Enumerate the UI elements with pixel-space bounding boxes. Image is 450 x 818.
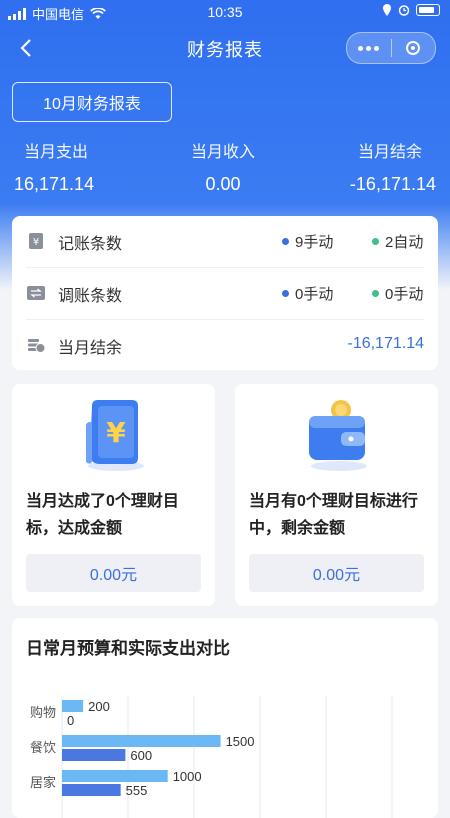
bar xyxy=(62,770,168,782)
data-label: 555 xyxy=(126,783,148,798)
svg-text:¥: ¥ xyxy=(33,237,39,248)
data-label: 0 xyxy=(67,713,74,728)
budget-chart: 购物 200 0 餐饮 1500 600 居家 1000 555 xyxy=(30,696,393,818)
budget-title: 日常月预算和实际支出对比 xyxy=(26,639,230,658)
auto-dot xyxy=(372,238,379,245)
category-label: 餐饮 xyxy=(30,740,56,755)
bar xyxy=(62,735,221,747)
category-label: 购物 xyxy=(30,705,56,720)
adjust-row: 调账条数 0手动 0手动 xyxy=(12,268,438,318)
goal-progress-text: 当月有0个理财目标进行中，剩余金额 xyxy=(249,493,418,537)
summary-expense: 当月支出 16,171.14 xyxy=(14,138,94,195)
goal-card-achieved[interactable]: ¥ 当月达成了0个理财目标，达成金额 0.00元 xyxy=(12,384,215,606)
budget-card: 日常月预算和实际支出对比 购物 200 0 餐饮 1500 600 居家 1000 555 xyxy=(12,618,438,818)
records-auto-value: 2自动 xyxy=(385,234,424,251)
bar xyxy=(62,784,121,796)
adjust-auto: 0手动 xyxy=(372,283,423,304)
navbar: 财务报表 xyxy=(0,26,450,70)
coins-icon xyxy=(28,339,46,353)
summary-balance: 当月结余 -16,171.14 xyxy=(350,138,436,195)
data-label: 600 xyxy=(130,748,152,763)
manual-dot xyxy=(282,238,289,245)
data-label: 200 xyxy=(88,699,110,714)
income-value: 0.00 xyxy=(205,174,241,194)
goal-progress-amount: 0.00元 xyxy=(249,554,424,592)
records-label: 记账条数 xyxy=(58,236,123,253)
svg-text:¥: ¥ xyxy=(106,416,126,449)
yen-note-icon: ¥ xyxy=(29,233,43,249)
balance-row: 当月结余 -16,171.14 xyxy=(12,320,438,370)
wallet-icon xyxy=(309,400,367,471)
adjust-auto-value: 0手动 xyxy=(385,286,424,303)
income-label: 当月收入 xyxy=(190,144,255,161)
bar xyxy=(62,749,126,761)
more-button[interactable] xyxy=(347,33,391,63)
adjust-manual: 0手动 xyxy=(282,283,333,304)
bar xyxy=(62,700,84,712)
data-label: 1000 xyxy=(173,769,202,784)
balance-row-label: 当月结余 xyxy=(58,340,123,357)
goal-card-in-progress[interactable]: 当月有0个理财目标进行中，剩余金额 0.00元 xyxy=(235,384,438,606)
goal-achieved-text: 当月达成了0个理财目标，达成金额 xyxy=(26,493,179,537)
records-auto: 2自动 xyxy=(372,231,423,252)
battery-icon xyxy=(416,4,440,16)
goal-achieved-amount: 0.00元 xyxy=(26,554,201,592)
expense-label: 当月支出 xyxy=(24,144,89,161)
yen-receipt-icon: ¥ xyxy=(86,400,144,471)
target-icon xyxy=(406,41,421,55)
manual-dot xyxy=(282,290,289,297)
records-row: ¥ 记账条数 9手动 2自动 xyxy=(12,216,438,266)
auto-dot xyxy=(372,290,379,297)
location-icon xyxy=(383,4,391,16)
adjust-manual-value: 0手动 xyxy=(295,286,334,303)
category-label: 居家 xyxy=(30,775,56,790)
close-miniprogram-button[interactable] xyxy=(392,33,436,63)
records-manual-value: 9手动 xyxy=(295,234,334,251)
stats-card: ¥ 记账条数 9手动 2自动 调账条数 0手动 0手动 当月结余 -16,171… xyxy=(12,216,438,370)
expense-value: 16,171.14 xyxy=(14,174,95,194)
balance-row-value: -16,171.14 xyxy=(347,335,424,352)
balance-label: 当月结余 xyxy=(357,144,422,161)
balance-value: -16,171.14 xyxy=(349,174,436,194)
more-dots-icon xyxy=(358,45,380,51)
transfer-icon xyxy=(27,286,45,300)
records-manual: 9手动 xyxy=(282,231,333,252)
data-label: 1500 xyxy=(226,734,255,749)
status-bar: 中国电信 10:35 xyxy=(0,0,450,24)
miniprogram-capsule xyxy=(346,32,436,64)
adjust-label: 调账条数 xyxy=(58,288,123,305)
alarm-icon xyxy=(398,5,410,16)
month-report-button[interactable]: 10月财务报表 xyxy=(12,82,172,122)
summary-income: 当月收入 0.00 xyxy=(188,138,258,195)
